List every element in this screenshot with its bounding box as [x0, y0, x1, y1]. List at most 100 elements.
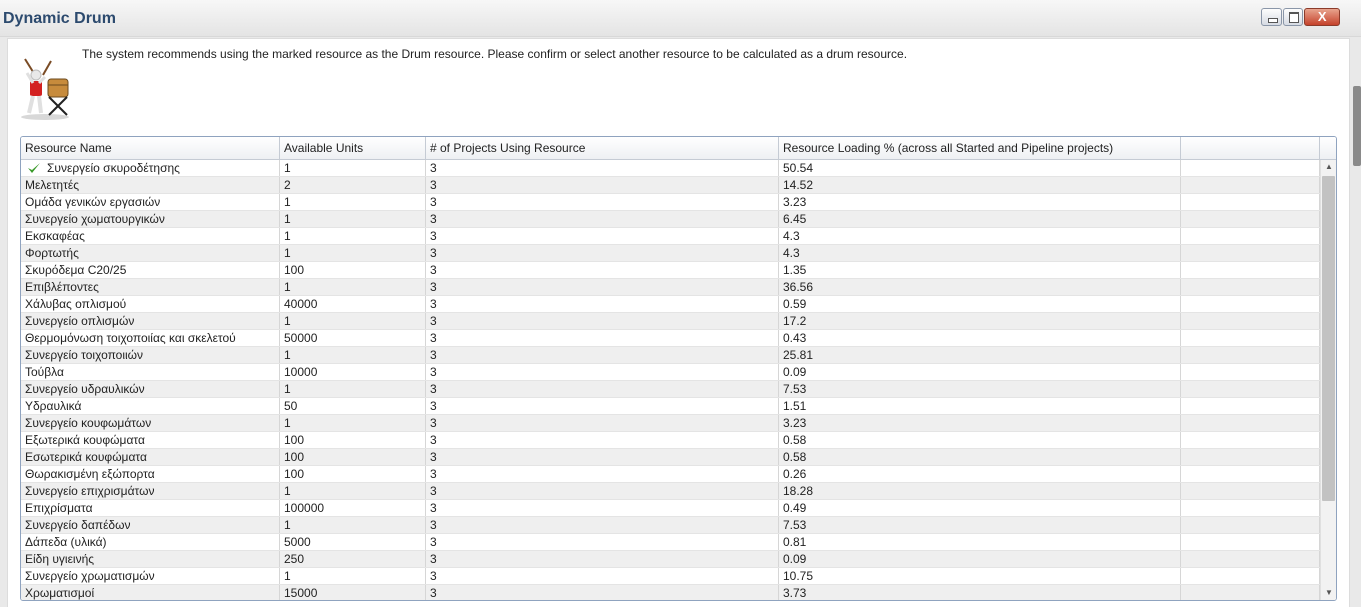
- cell-resource-name: Υδραυλικά: [21, 398, 280, 414]
- cell-available-units: 250: [280, 551, 426, 567]
- cell-empty: [1181, 194, 1320, 210]
- table-row[interactable]: Σκυρόδεμα C20/25 100 3 1.35: [21, 262, 1320, 279]
- table-row[interactable]: Συνεργείο χρωματισμών 1 3 10.75: [21, 568, 1320, 585]
- cell-empty: [1181, 177, 1320, 193]
- column-header-resource-loading[interactable]: Resource Loading % (across all Started a…: [779, 137, 1181, 159]
- table-row[interactable]: Συνεργείο υδραυλικών 1 3 7.53: [21, 381, 1320, 398]
- column-header-resource-name[interactable]: Resource Name: [21, 137, 280, 159]
- cell-projects-count: 3: [426, 364, 779, 380]
- cell-resource-loading: 50.54: [779, 160, 1181, 176]
- table-row[interactable]: Συνεργείο επιχρισμάτων 1 3 18.28: [21, 483, 1320, 500]
- cell-projects-count: 3: [426, 534, 779, 550]
- minimize-button[interactable]: [1261, 8, 1282, 26]
- cell-available-units: 1: [280, 245, 426, 261]
- cell-empty: [1181, 534, 1320, 550]
- cell-resource-loading: 10.75: [779, 568, 1181, 584]
- resource-name-text: Εσωτερικά κουφώματα: [25, 450, 147, 464]
- cell-projects-count: 3: [426, 160, 779, 176]
- column-header-projects-count[interactable]: # of Projects Using Resource: [426, 137, 779, 159]
- table-row[interactable]: Υδραυλικά 50 3 1.51: [21, 398, 1320, 415]
- maximize-button[interactable]: [1282, 8, 1304, 26]
- window-scrollbar[interactable]: [1350, 38, 1361, 607]
- window-scrollbar-thumb[interactable]: [1353, 86, 1361, 166]
- table-row[interactable]: Θερμομόνωση τοιχοποιίας και σκελετού 5000…: [21, 330, 1320, 347]
- resource-name-text: Επιβλέποντες: [25, 280, 99, 294]
- resource-name-text: Τούβλα: [25, 365, 64, 379]
- check-icon: [28, 163, 40, 173]
- cell-resource-name: Συνεργείο χωματουργικών: [21, 211, 280, 227]
- cell-resource-name: Σκυρόδεμα C20/25: [21, 262, 280, 278]
- table-row[interactable]: Χρωματισμοί 15000 3 3.73: [21, 585, 1320, 600]
- cell-projects-count: 3: [426, 330, 779, 346]
- column-header-available-units[interactable]: Available Units: [280, 137, 426, 159]
- cell-available-units: 100000: [280, 500, 426, 516]
- close-button[interactable]: X: [1304, 8, 1340, 26]
- cell-empty: [1181, 585, 1320, 600]
- cell-resource-name: Φορτωτής: [21, 245, 280, 261]
- cell-resource-loading: 18.28: [779, 483, 1181, 499]
- cell-projects-count: 3: [426, 381, 779, 397]
- cell-resource-loading: 3.73: [779, 585, 1181, 600]
- cell-resource-loading: 6.45: [779, 211, 1181, 227]
- cell-projects-count: 3: [426, 228, 779, 244]
- table-row[interactable]: Δάπεδα (υλικά) 5000 3 0.81: [21, 534, 1320, 551]
- table-row[interactable]: Επιχρίσματα 100000 3 0.49: [21, 500, 1320, 517]
- table-row[interactable]: Χάλυβας οπλισμού 40000 3 0.59: [21, 296, 1320, 313]
- resource-name-text: Είδη υγιεινής: [25, 552, 95, 566]
- table-row[interactable]: Μελετητές 2 3 14.52: [21, 177, 1320, 194]
- cell-resource-loading: 1.35: [779, 262, 1181, 278]
- cell-resource-loading: 25.81: [779, 347, 1181, 363]
- grid-body: Συνεργείο σκυροδέτησης 1 3 50.54 Μελετητές 2 3…: [21, 160, 1320, 600]
- cell-resource-loading: 0.09: [779, 551, 1181, 567]
- cell-available-units: 1: [280, 381, 426, 397]
- cell-resource-name: Θερμομόνωση τοιχοποιίας και σκελετού: [21, 330, 280, 346]
- grid-scrollbar[interactable]: ▲ ▼: [1320, 160, 1336, 600]
- table-row[interactable]: Συνεργείο δαπέδων 1 3 7.53: [21, 517, 1320, 534]
- table-row[interactable]: Φορτωτής 1 3 4.3: [21, 245, 1320, 262]
- cell-resource-loading: 0.09: [779, 364, 1181, 380]
- resource-name-text: Επιχρίσματα: [25, 501, 93, 515]
- table-row[interactable]: Είδη υγιεινής 250 3 0.09: [21, 551, 1320, 568]
- table-row[interactable]: Συνεργείο τοιχοποιιών 1 3 25.81: [21, 347, 1320, 364]
- cell-empty: [1181, 568, 1320, 584]
- title-bar[interactable]: Dynamic Drum X: [0, 0, 1361, 37]
- table-row[interactable]: Συνεργείο οπλισμών 1 3 17.2: [21, 313, 1320, 330]
- cell-projects-count: 3: [426, 517, 779, 533]
- cell-resource-loading: 1.51: [779, 398, 1181, 414]
- table-row[interactable]: Συνεργείο σκυροδέτησης 1 3 50.54: [21, 160, 1320, 177]
- resource-name-text: Θερμομόνωση τοιχοποιίας και σκελετού: [25, 331, 236, 345]
- cell-resource-loading: 17.2: [779, 313, 1181, 329]
- cell-resource-name: Εκσκαφέας: [21, 228, 280, 244]
- table-row[interactable]: Συνεργείο κουφωμάτων 1 3 3.23: [21, 415, 1320, 432]
- cell-resource-loading: 0.58: [779, 449, 1181, 465]
- cell-available-units: 100: [280, 449, 426, 465]
- table-row[interactable]: Εξωτερικά κουφώματα 100 3 0.58: [21, 432, 1320, 449]
- cell-projects-count: 3: [426, 279, 779, 295]
- table-row[interactable]: Συνεργείο χωματουργικών 1 3 6.45: [21, 211, 1320, 228]
- table-row[interactable]: Επιβλέποντες 1 3 36.56: [21, 279, 1320, 296]
- cell-available-units: 1: [280, 415, 426, 431]
- table-row[interactable]: Ομάδα γενικών εργασιών 1 3 3.23: [21, 194, 1320, 211]
- cell-available-units: 1: [280, 483, 426, 499]
- cell-projects-count: 3: [426, 449, 779, 465]
- table-row[interactable]: Εσωτερικά κουφώματα 100 3 0.58: [21, 449, 1320, 466]
- resource-name-text: Συνεργείο χρωματισμών: [25, 569, 155, 583]
- cell-empty: [1181, 483, 1320, 499]
- scroll-down-icon[interactable]: ▼: [1321, 586, 1336, 600]
- cell-available-units: 1: [280, 211, 426, 227]
- cell-empty: [1181, 449, 1320, 465]
- scrollbar-thumb[interactable]: [1322, 176, 1335, 501]
- cell-available-units: 50000: [280, 330, 426, 346]
- table-row[interactable]: Θωρακισμένη εξώπορτα 100 3 0.26: [21, 466, 1320, 483]
- table-row[interactable]: Τούβλα 10000 3 0.09: [21, 364, 1320, 381]
- cell-empty: [1181, 279, 1320, 295]
- cell-resource-name: Εξωτερικά κουφώματα: [21, 432, 280, 448]
- cell-resource-name: Θωρακισμένη εξώπορτα: [21, 466, 280, 482]
- table-row[interactable]: Εκσκαφέας 1 3 4.3: [21, 228, 1320, 245]
- scroll-up-icon[interactable]: ▲: [1321, 160, 1336, 174]
- resource-name-text: Ομάδα γενικών εργασιών: [25, 195, 161, 209]
- cell-resource-name: Επιχρίσματα: [21, 500, 280, 516]
- window-controls: X: [1261, 8, 1341, 26]
- resource-name-text: Συνεργείο οπλισμών: [25, 314, 135, 328]
- resource-name-text: Σκυρόδεμα C20/25: [25, 263, 127, 277]
